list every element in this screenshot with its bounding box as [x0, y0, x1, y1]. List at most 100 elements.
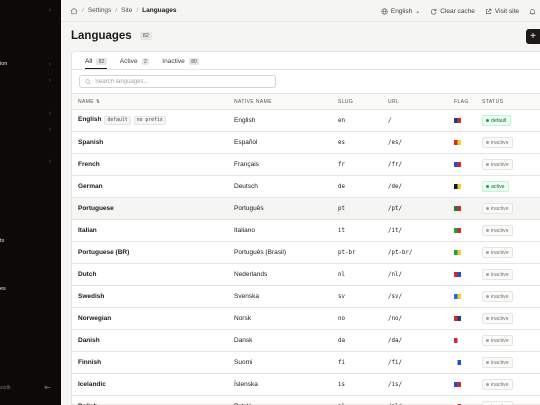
cell-native-name: Português (Brasil) — [234, 241, 338, 264]
cell-slug: en — [338, 109, 388, 132]
cell-url: /is/ — [388, 373, 454, 396]
table-row[interactable]: Portuguese Português pt/pt/inactive — [72, 197, 540, 220]
language-name[interactable]: Norwegian — [78, 315, 111, 322]
cell-name: Portuguese (BR) — [72, 241, 234, 264]
table-row[interactable]: Spanish Español es/es/inactive — [72, 131, 540, 154]
table-row[interactable]: Danish Dansk da/da/inactive — [72, 329, 540, 352]
status-dot-icon — [486, 317, 489, 320]
chevron-right-icon[interactable]: › — [49, 61, 51, 68]
collapse-sidebar-icon[interactable]: ⇤ — [44, 383, 51, 392]
status-dot-icon — [486, 163, 489, 166]
cell-url: /no/ — [388, 307, 454, 330]
language-name[interactable]: Danish — [78, 337, 100, 344]
cell-url: /it/ — [388, 219, 454, 242]
cell-status: inactive — [482, 241, 540, 264]
language-name[interactable]: Spanish — [78, 139, 103, 146]
breadcrumb-site[interactable]: Site — [121, 7, 132, 14]
language-tag: no prefix — [133, 116, 166, 125]
cell-flag — [454, 175, 482, 198]
cell-name: Spanish — [72, 131, 234, 154]
table-row[interactable]: Swedish Svenska sv/sv/inactive — [72, 285, 540, 308]
tab-all[interactable]: All 82 — [85, 58, 107, 69]
page-header: Languages 82 — [71, 30, 152, 42]
status-label: default — [491, 117, 507, 124]
tab-inactive[interactable]: Inactive 80 — [162, 58, 200, 69]
language-name[interactable]: Portuguese — [78, 205, 114, 212]
cell-name: English default no prefix — [72, 109, 234, 132]
table-row[interactable]: PolishPolskipl/pl/inactive — [72, 395, 540, 405]
visit-site-button[interactable]: Visit site — [485, 8, 519, 15]
language-name[interactable]: German — [78, 183, 103, 190]
chevron-right-icon[interactable]: › — [49, 126, 51, 133]
chevron-right-icon[interactable]: › — [49, 158, 51, 165]
sidebar-item-label[interactable]: es — [0, 286, 6, 292]
sidebar-item-label[interactable]: ts — [0, 238, 4, 244]
cell-native-name: Français — [234, 153, 338, 176]
cell-slug: is — [338, 373, 388, 396]
table-row[interactable]: French Français fr/fr/inactive — [72, 153, 540, 176]
status-badge[interactable]: inactive — [482, 379, 513, 390]
column-header-name[interactable]: NAME ⇅ — [72, 93, 234, 110]
table-row[interactable]: Italian Italiano it/it/inactive — [72, 219, 540, 242]
language-name[interactable]: Italian — [78, 227, 97, 234]
status-dot-icon — [486, 207, 489, 210]
column-header-url: URL — [388, 93, 454, 110]
table-row[interactable]: Dutch Nederlands nl/nl/inactive — [72, 263, 540, 286]
breadcrumb-settings[interactable]: Settings — [88, 7, 112, 14]
cell-url: /pt/ — [388, 197, 454, 220]
table-row[interactable]: Icelandic Íslenska is/is/inactive — [72, 373, 540, 396]
cell-status: inactive — [482, 131, 540, 154]
chevron-right-icon[interactable]: › — [49, 77, 51, 84]
language-name[interactable]: Dutch — [78, 271, 96, 278]
language-selector[interactable]: English ⌄ — [381, 8, 420, 15]
cell-name: Dutch — [72, 263, 234, 286]
status-badge[interactable]: inactive — [482, 247, 513, 258]
chevron-down-icon: ⌄ — [415, 8, 421, 15]
cell-url: /de/ — [388, 175, 454, 198]
status-badge[interactable]: inactive — [482, 203, 513, 214]
table-row[interactable]: Portuguese (BR) Português (Brasil) pt-br/p… — [72, 241, 540, 264]
chevron-right-icon[interactable]: › — [49, 7, 51, 14]
sidebar-item-label[interactable]: ion — [0, 61, 7, 67]
language-name[interactable]: English — [78, 116, 101, 123]
cell-url: /es/ — [388, 131, 454, 154]
status-badge[interactable]: default — [482, 115, 511, 126]
language-name[interactable]: Icelandic — [78, 381, 106, 388]
language-name[interactable]: French — [78, 161, 100, 168]
status-dot-icon — [486, 339, 489, 342]
breadcrumb-current: Languages — [142, 7, 177, 14]
table-row[interactable]: Finnish Suomi fi/fi/inactive — [72, 351, 540, 374]
status-badge[interactable]: inactive — [482, 269, 513, 280]
chevron-right-icon[interactable]: › — [49, 110, 51, 117]
status-dot-icon — [486, 251, 489, 254]
cell-native-name: Nederlands — [234, 263, 338, 286]
cell-slug: fr — [338, 153, 388, 176]
status-badge[interactable]: inactive — [482, 137, 513, 148]
cell-status: default — [482, 109, 540, 132]
status-badge[interactable]: inactive — [482, 291, 513, 302]
language-name[interactable]: Portuguese (BR) — [78, 249, 129, 256]
language-name[interactable]: Finnish — [78, 359, 101, 366]
clear-cache-button[interactable]: Clear cache — [430, 8, 475, 15]
search-input[interactable] — [95, 78, 265, 85]
status-badge[interactable]: active — [482, 181, 509, 192]
status-badge[interactable]: inactive — [482, 313, 513, 324]
home-icon[interactable] — [70, 7, 78, 15]
table-row[interactable]: English default no prefix English en / default — [72, 109, 540, 132]
add-language-button[interactable]: + — [526, 29, 540, 44]
table-row[interactable]: Norwegian Norsk no/no/inactive — [72, 307, 540, 330]
table-row[interactable]: German Deutsch de/de/active — [72, 175, 540, 198]
cell-slug: da — [338, 329, 388, 352]
status-badge[interactable]: inactive — [482, 159, 513, 170]
language-name[interactable]: Swedish — [78, 293, 104, 300]
clear-cache-label: Clear cache — [440, 7, 475, 15]
status-badge[interactable]: inactive — [482, 335, 513, 346]
flag-icon — [454, 315, 461, 321]
flag-icon — [454, 205, 461, 211]
bell-icon[interactable] — [529, 8, 536, 15]
status-badge[interactable]: inactive — [482, 357, 513, 368]
visit-site-label: Visit site — [494, 7, 519, 15]
tab-active[interactable]: Active 2 — [120, 58, 150, 69]
status-badge[interactable]: inactive — [482, 401, 513, 405]
status-badge[interactable]: inactive — [482, 225, 513, 236]
